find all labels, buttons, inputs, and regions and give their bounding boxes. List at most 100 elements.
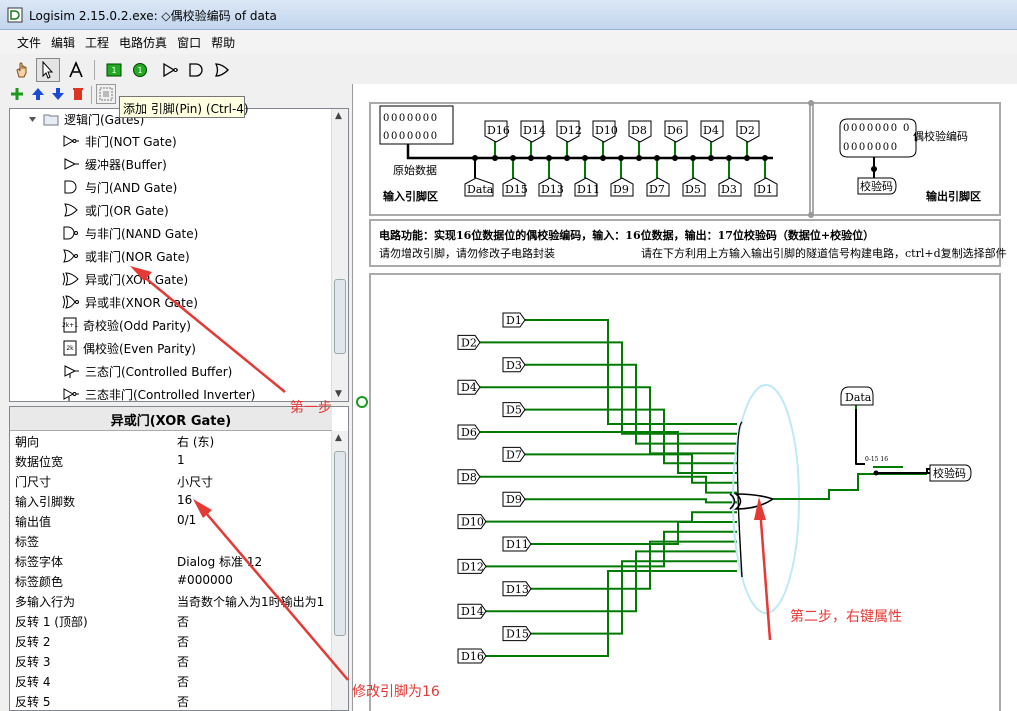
scroll-thumb[interactable]: [334, 451, 346, 636]
select-tool-icon[interactable]: [36, 58, 60, 82]
move-up-icon[interactable]: [30, 86, 46, 102]
bus-tap-dot: [654, 155, 660, 161]
move-down-icon[interactable]: [50, 86, 66, 102]
menu-project[interactable]: 工程: [80, 30, 114, 51]
input-tunnel-label: D8: [631, 124, 647, 137]
scroll-up-icon[interactable]: ▲: [335, 111, 342, 121]
checkcode-out-label: 校验码: [933, 466, 966, 480]
logisim-app-icon: [7, 7, 23, 23]
scroll-down-icon[interactable]: ▼: [335, 389, 342, 399]
menu-file[interactable]: 文件: [12, 30, 46, 51]
input-tunnels-bottom: Data D15 D13 D11 D9 D7 D5 D3 D1: [464, 155, 778, 197]
tree-item-xor-gate[interactable]: 异或门(XOR Gate): [62, 268, 188, 290]
circuit-tunnel-label: D13: [506, 583, 529, 596]
tree-scrollbar[interactable]: ▲ ▼: [331, 109, 348, 401]
add-input-pin-icon[interactable]: 1: [102, 58, 126, 82]
output-bits-top: 0: [903, 123, 909, 134]
attr-row-output-value[interactable]: 输出值 0/1: [10, 511, 332, 531]
input-tunnel-label: D4: [703, 124, 719, 137]
tree-item-controlled-inverter[interactable]: 三态非门(Controlled Inverter): [62, 383, 255, 401]
svg-text:1: 1: [137, 66, 142, 75]
circuit-tunnel-label: D14: [461, 605, 484, 618]
bus-tap-dot: [510, 155, 516, 161]
tree-item-nor-gate[interactable]: 或非门(NOR Gate): [62, 245, 190, 267]
tree-item-or-gate[interactable]: 或门(OR Gate): [62, 199, 169, 221]
attr-row-gate-size[interactable]: 门尺寸 小尺寸: [10, 471, 332, 491]
bus-tap-dot: [564, 155, 570, 161]
component-tree[interactable]: 逻辑门(Gates) 非门(NOT Gate) 缓冲器(Buffer) 与门(A…: [9, 108, 349, 402]
tree-item-nand-gate[interactable]: 与非门(NAND Gate): [62, 222, 198, 244]
bus-tap-dot: [546, 155, 552, 161]
title-bar: Logisim 2.15.0.2.exe: ◇偶校验编码 of data: [0, 0, 1017, 30]
expand-arrow-icon[interactable]: [28, 115, 37, 124]
add-and-gate-icon[interactable]: [184, 58, 208, 82]
tree-item-label: 偶校验(Even Parity): [83, 341, 196, 356]
attr-row-label[interactable]: 标签: [10, 531, 332, 551]
tree-item-label: 异或门(XOR Gate): [85, 272, 189, 287]
attr-row-negate-3[interactable]: 反转 3否: [10, 651, 332, 671]
xor-gate[interactable]: [733, 493, 775, 510]
tree-item-controlled-buffer[interactable]: 三态门(Controlled Buffer): [62, 360, 232, 382]
splitter-label: 0-15 16: [865, 456, 888, 463]
tree-item-odd-parity[interactable]: 2k+1 奇校验(Odd Parity): [62, 314, 191, 336]
input-tunnel-label: D12: [559, 124, 582, 137]
tree-item-buffer[interactable]: 缓冲器(Buffer): [62, 153, 167, 175]
circuit-tunnel-label: D7: [506, 448, 522, 461]
output-area-label: 输出引脚区: [926, 189, 981, 203]
input-tunnels-top: D16 D14 D12 D10 D8 D6 D4 D2: [484, 120, 760, 161]
circuit-tunnel-label: D15: [506, 628, 529, 641]
tree-item-and-gate[interactable]: 与门(AND Gate): [62, 176, 177, 198]
input-tunnel-label: Data: [467, 183, 494, 196]
controlled-inverter-icon: [63, 388, 79, 401]
attribute-scrollbar[interactable]: ▲: [331, 431, 348, 710]
raw-bits-bottom: 0000000: [383, 131, 439, 142]
tree-item-label: 或非门(NOR Gate): [85, 249, 190, 264]
odd-parity-icon: 2k+1: [62, 317, 78, 333]
tree-item-xnor-gate[interactable]: 异或非(XNOR Gate): [62, 291, 198, 313]
add-or-gate-icon[interactable]: [210, 58, 234, 82]
menu-edit[interactable]: 编辑: [46, 30, 80, 51]
attr-row-label-font[interactable]: 标签字体 Dialog 标准 12: [10, 551, 332, 571]
attr-row-label-color[interactable]: 标签颜色 #000000: [10, 571, 332, 591]
bus-tap-dot: [528, 155, 534, 161]
bus-tap-dot: [582, 155, 588, 161]
attr-row-multiple-input-behavior[interactable]: 多输入行为 当奇数个输入为1时输出为1: [10, 591, 332, 611]
poke-tool-icon[interactable]: [10, 58, 34, 82]
attr-row-number-of-inputs[interactable]: 输入引脚数 16: [10, 491, 332, 511]
tree-item-not-gate[interactable]: 非门(NOT Gate): [62, 130, 177, 152]
circuit-canvas[interactable]: 0000000 0000000 原始数据 输入引脚区 D16 D14 D12 D10 D…: [353, 84, 1017, 711]
controlled-buffer-icon: [64, 365, 79, 378]
svg-text:1: 1: [111, 66, 116, 75]
add-circuit-icon[interactable]: [9, 86, 25, 102]
text-tool-icon[interactable]: [64, 58, 88, 82]
add-not-gate-icon[interactable]: [158, 58, 182, 82]
scroll-thumb[interactable]: [334, 279, 346, 354]
svg-text:2k+1: 2k+1: [62, 322, 78, 329]
output-wire-dot: [871, 166, 877, 172]
menu-help[interactable]: 帮助: [206, 30, 240, 51]
add-output-pin-icon[interactable]: 1: [128, 58, 152, 82]
bus-tap-dot: [636, 155, 642, 161]
attr-row-negate-2[interactable]: 反转 2否: [10, 631, 332, 651]
delete-circuit-icon[interactable]: [70, 86, 86, 102]
attr-row-facing[interactable]: 朝向右 (东): [10, 431, 332, 451]
attr-row-negate-1[interactable]: 反转 1 (顶部) 否: [10, 611, 332, 631]
menu-window[interactable]: 窗口: [172, 30, 206, 51]
output-block-title: 偶校验编码: [913, 129, 968, 143]
tree-item-label: 异或非(XNOR Gate): [85, 295, 198, 310]
input-tunnel-label: D7: [649, 183, 665, 196]
description-line1: 电路功能：实现16位数据位的偶校验编码，输入：16位数据，输出：17位校验码（数…: [379, 228, 874, 242]
svg-text:2k: 2k: [66, 345, 74, 352]
scroll-up-icon[interactable]: ▲: [335, 433, 342, 443]
circuit-tunnel-label: D6: [461, 426, 477, 439]
tree-item-even-parity[interactable]: 2k 偶校验(Even Parity): [62, 337, 196, 359]
bus-tap-dot: [472, 155, 478, 161]
menu-simulate[interactable]: 电路仿真: [114, 30, 172, 51]
attr-row-negate-4[interactable]: 反转 4否: [10, 671, 332, 691]
attr-row-negate-5[interactable]: 反转 5否: [10, 691, 332, 710]
attr-row-data-bits[interactable]: 数据位宽 1: [10, 451, 332, 471]
annotation-step1: 第一步: [290, 400, 332, 416]
layout-edit-icon[interactable]: [96, 84, 116, 104]
data-tunnel-label: Data: [845, 391, 872, 404]
circuit-tunnel-label: D16: [461, 650, 484, 663]
